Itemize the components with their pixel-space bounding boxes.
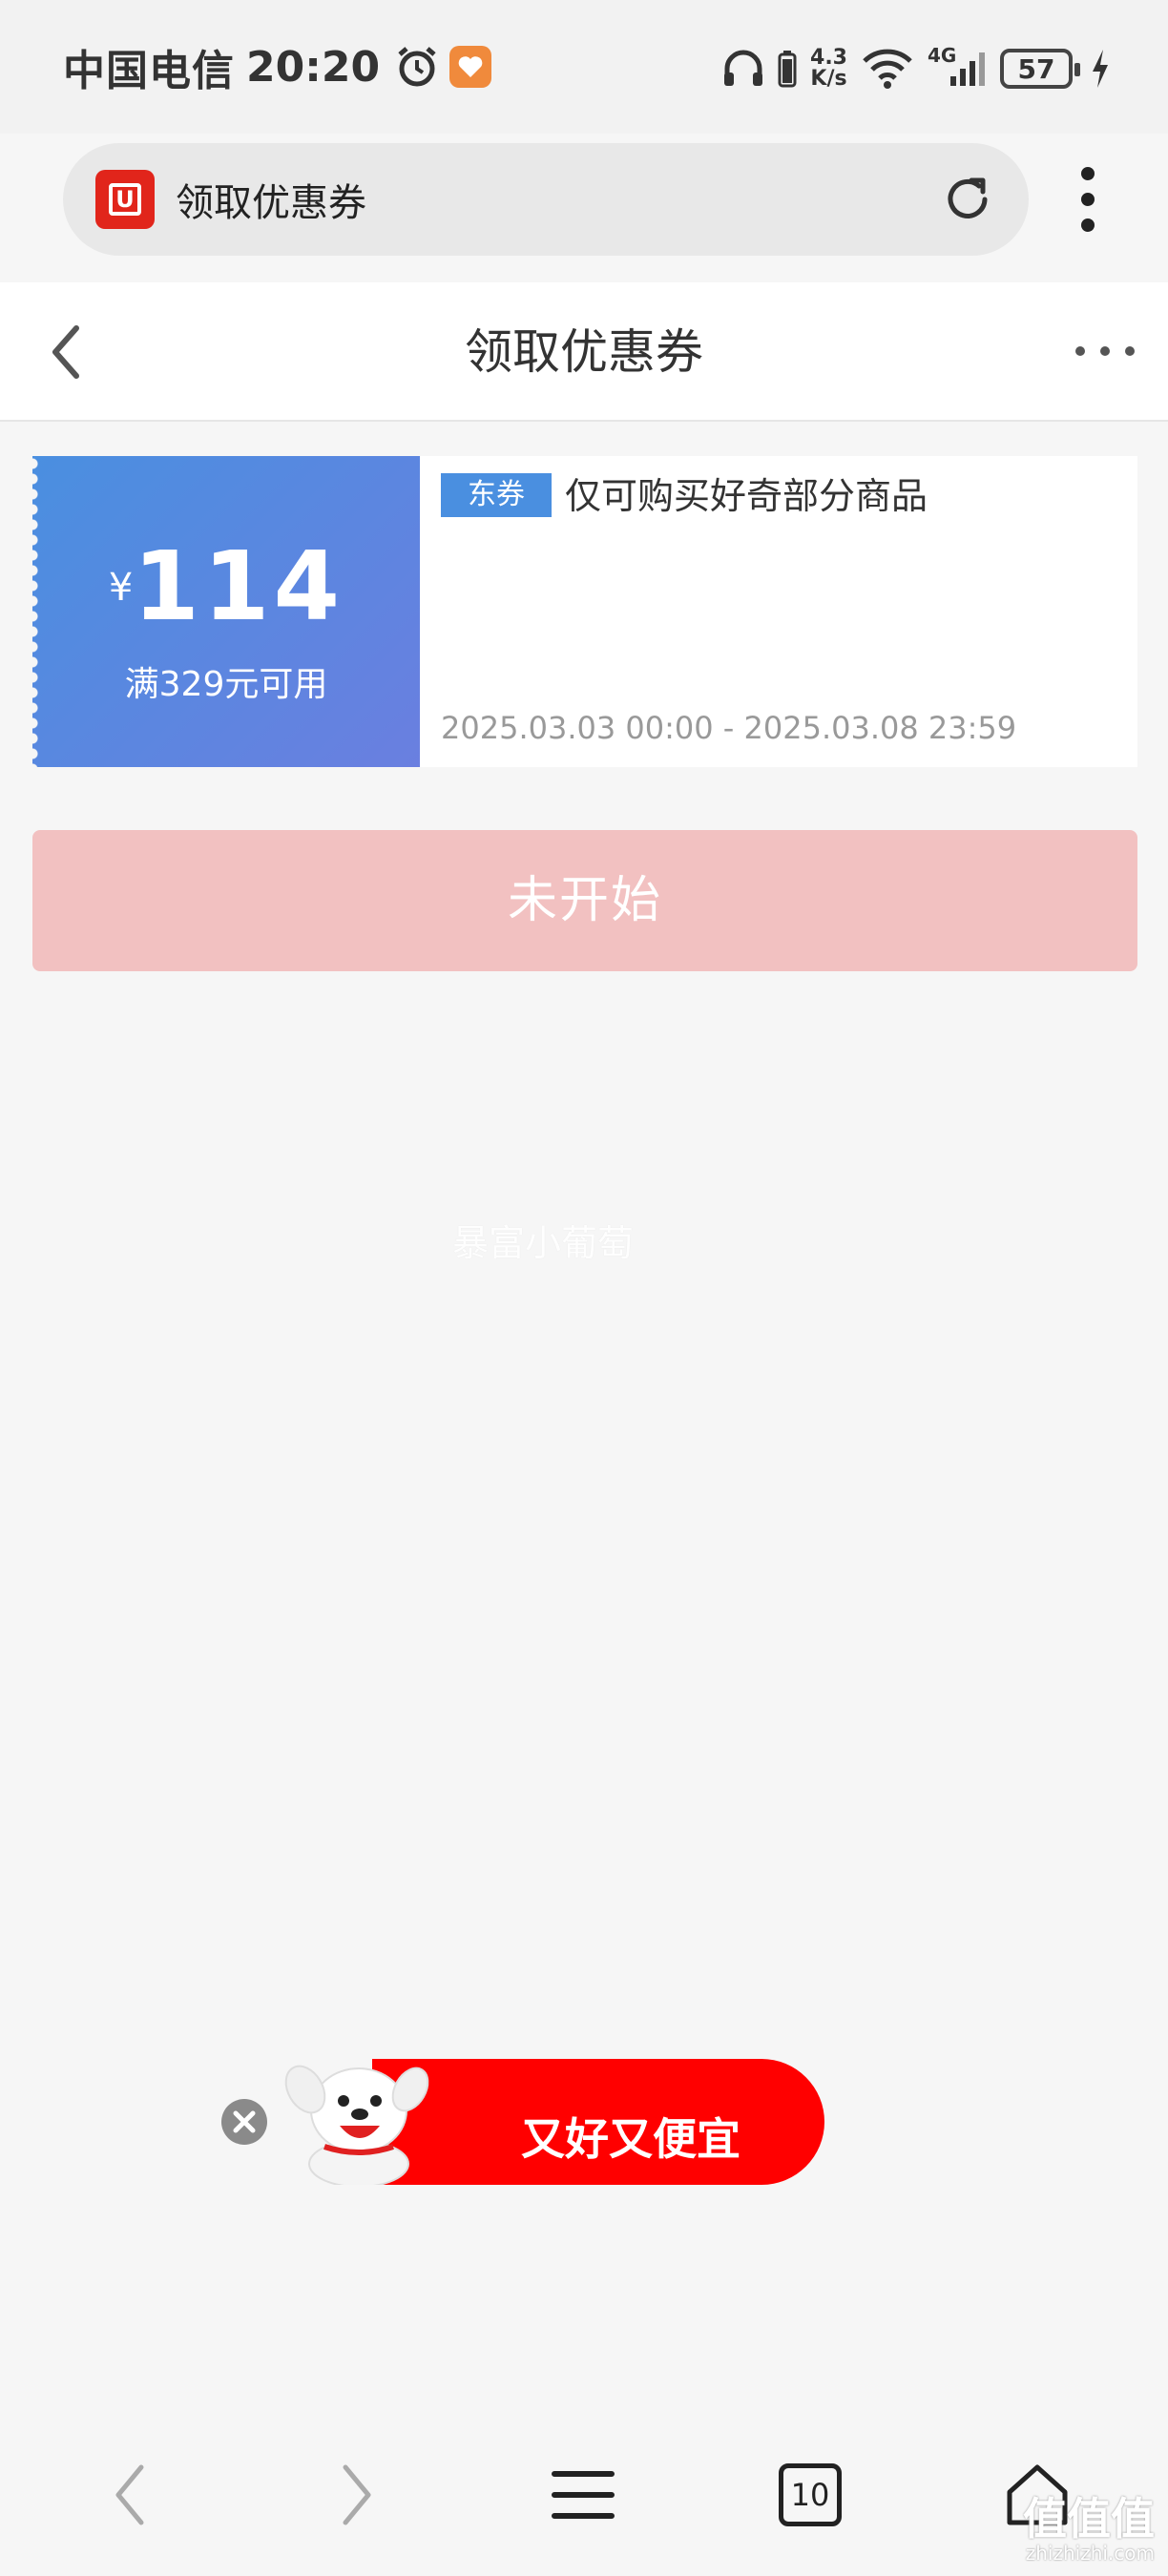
- status-left: 中国电信 20:20: [63, 38, 492, 95]
- nav-tabs-button[interactable]: 10: [767, 2452, 853, 2538]
- not-started-button[interactable]: 未开始: [32, 830, 1137, 971]
- address-title: 领取优惠券: [176, 181, 366, 225]
- corner-watermark-main: 值值值: [1023, 2493, 1155, 2545]
- nav-back-button[interactable]: [88, 2452, 174, 2538]
- more-options-icon[interactable]: [1071, 332, 1139, 370]
- corner-watermark: 值值值 zhizhizhi.com: [1023, 2496, 1155, 2565]
- charging-bolt-icon: [1093, 50, 1108, 88]
- cellular-signal: 4G: [928, 44, 987, 90]
- network-speed: 4.3 K/s: [810, 48, 847, 90]
- coupon-validity-period: 2025.03.03 00:00 - 2025.03.08 23:59: [441, 710, 1017, 746]
- alarm-icon: [398, 47, 436, 87]
- headphones-icon: [724, 50, 763, 86]
- page-header: 领取优惠券: [0, 282, 1168, 422]
- hamburger-menu-icon: [552, 2471, 615, 2519]
- page-title: 领取优惠券: [465, 324, 703, 380]
- wifi-icon: [863, 49, 912, 89]
- status-right: 4.3 K/s 4G 57: [722, 42, 1111, 95]
- joy-dog-mascot-icon[interactable]: [267, 2051, 439, 2185]
- battery-indicator: 57: [1000, 49, 1080, 89]
- close-banner-icon[interactable]: [219, 2097, 269, 2147]
- coupon-currency: ¥: [108, 566, 134, 610]
- app-notification-icon: [449, 46, 492, 88]
- coupon-amount-row: ¥114: [32, 530, 420, 642]
- promo-banner-text: 又好又便宜: [521, 2113, 740, 2165]
- nav-back-icon: [115, 2464, 144, 2525]
- carrier-name: 中国电信: [63, 47, 235, 95]
- coupon-description: 仅可购买好奇部分商品: [565, 475, 928, 517]
- nav-forward-button[interactable]: [313, 2452, 399, 2538]
- site-favicon-icon: U: [95, 170, 155, 229]
- browser-address-bar[interactable]: U 领取优惠券: [63, 143, 1029, 256]
- network-speed-value: 4.3: [810, 46, 847, 70]
- coupon-amount: 114: [133, 530, 344, 642]
- nav-menu-button[interactable]: [540, 2452, 626, 2538]
- nav-forward-icon: [343, 2464, 371, 2525]
- coupon-threshold: 满329元可用: [124, 665, 328, 704]
- browser-bottom-nav: 10: [0, 2423, 1168, 2576]
- coupon-card: ¥114 满329元可用 东券 仅可购买好奇部分商品 2025.03.03 00…: [32, 456, 1137, 767]
- image-watermark: 暴富小葡萄: [452, 1222, 635, 1264]
- coupon-value-panel: ¥114 满329元可用: [32, 456, 420, 767]
- status-time: 20:20: [246, 42, 381, 92]
- status-bar: 中国电信 20:20 4.3 K/s 4G 57: [0, 0, 1168, 134]
- browser-menu-icon[interactable]: [1069, 164, 1107, 235]
- corner-watermark-sub: zhizhizhi.com: [1025, 2542, 1155, 2565]
- tab-count: 10: [779, 2463, 842, 2526]
- reload-icon[interactable]: [939, 171, 996, 228]
- promo-banner[interactable]: 又好又便宜: [372, 2059, 824, 2185]
- network-speed-unit: K/s: [810, 67, 847, 91]
- battery-level: 57: [1017, 52, 1055, 85]
- headphone-battery-icon: [778, 51, 797, 88]
- signal-bars-icon: [950, 52, 985, 86]
- back-arrow-icon[interactable]: [42, 321, 92, 384]
- coupon-type-tag: 东券: [441, 473, 552, 517]
